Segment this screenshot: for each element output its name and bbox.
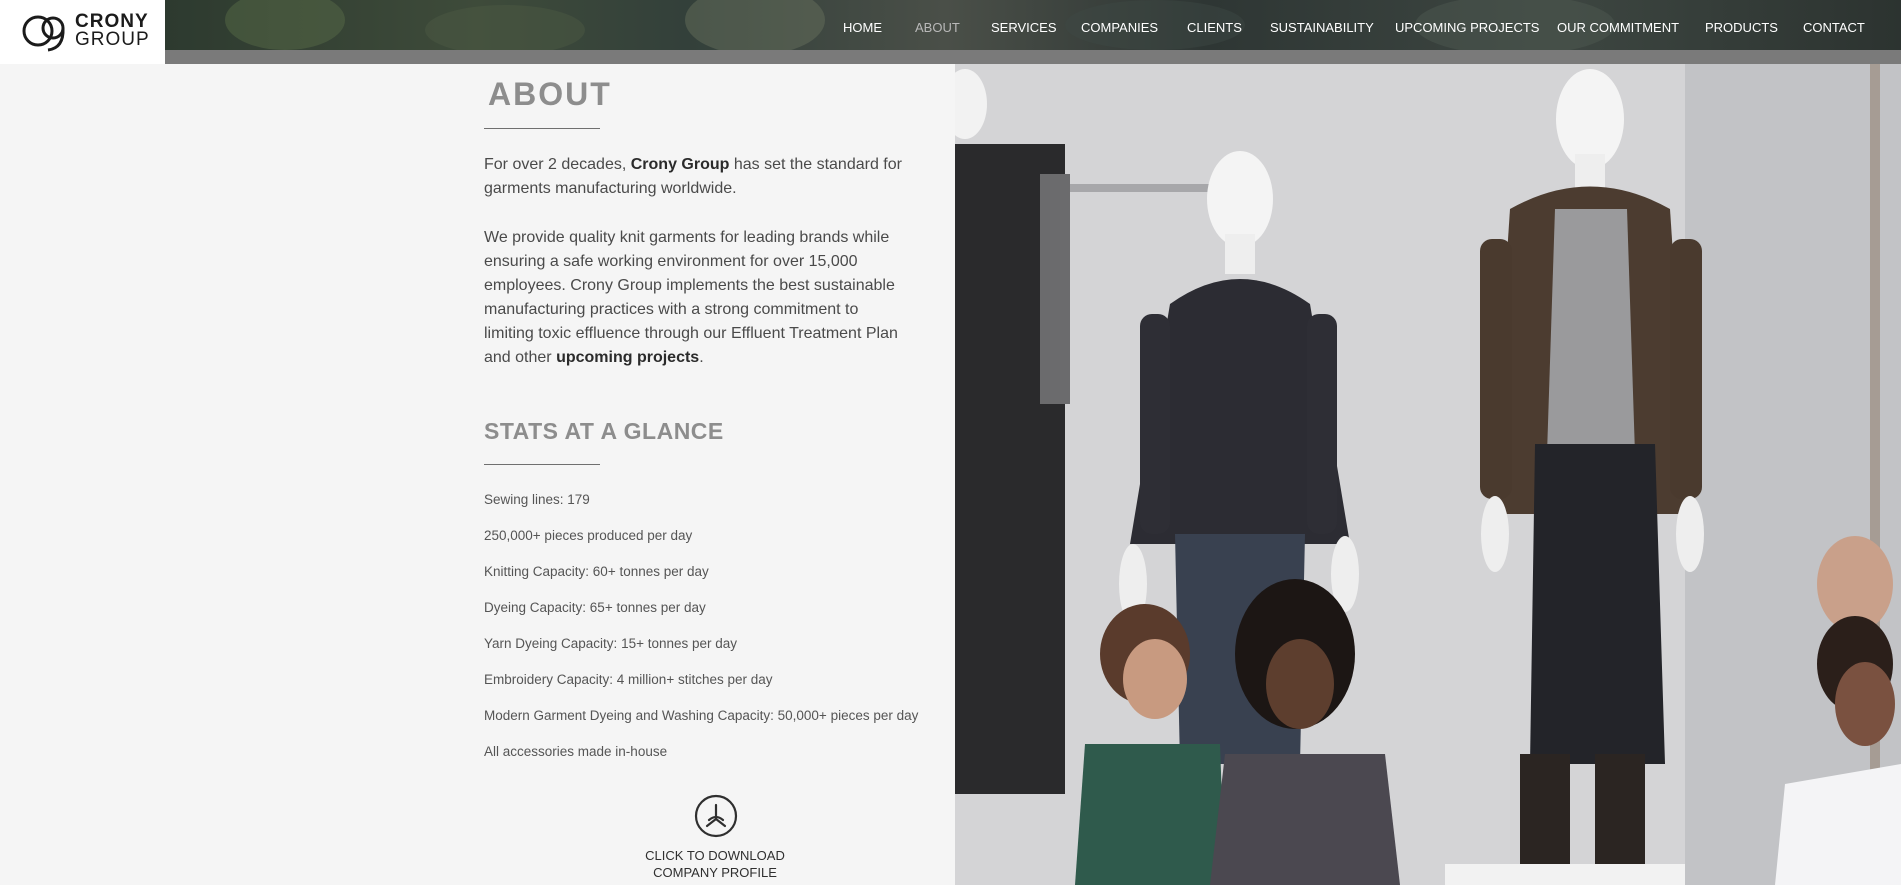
nav-clients[interactable]: CLIENTS [1187, 20, 1242, 35]
stats-heading-underline [484, 464, 600, 465]
nav-upcoming-projects[interactable]: UPCOMING PROJECTS [1395, 20, 1539, 35]
mannequin-scene-illustration [955, 64, 1901, 885]
upcoming-projects-link[interactable]: upcoming projects [556, 349, 699, 366]
stat-item: 250,000+ pieces produced per day [484, 528, 693, 543]
about-heading-underline [484, 128, 600, 129]
about-body: We provide quality knit garments for lea… [484, 229, 898, 366]
about-heading: ABOUT [488, 76, 612, 112]
pdf-download-icon[interactable] [694, 794, 738, 838]
download-profile-link[interactable]: CLICK TO DOWNLOAD COMPANY PROFILE [615, 847, 815, 881]
nav-home[interactable]: HOME [843, 20, 882, 35]
nav-contact[interactable]: CONTACT [1803, 20, 1865, 35]
brand-name: Crony Group [630, 156, 730, 173]
stat-item: Yarn Dyeing Capacity: 15+ tonnes per day [484, 636, 738, 651]
nav-companies[interactable]: COMPANIES [1081, 20, 1158, 35]
stat-item: Dyeing Capacity: 65+ tonnes per day [484, 600, 706, 615]
nav-about[interactable]: ABOUT [915, 20, 960, 35]
stat-item: All accessories made in-house [484, 744, 668, 759]
main-navigation: HOME ABOUT SERVICES COMPANIES CLIENTS SU… [0, 20, 1901, 40]
stats-heading: STATS AT A GLANCE [484, 418, 724, 444]
stat-item: Modern Garment Dyeing and Washing Capaci… [484, 708, 919, 723]
nav-sustainability[interactable]: SUSTAINABILITY [1270, 20, 1374, 35]
stat-item: Knitting Capacity: 60+ tonnes per day [484, 564, 709, 579]
header-divider-band [165, 50, 1901, 64]
nav-products[interactable]: PRODUCTS [1705, 20, 1778, 35]
stat-item: Embroidery Capacity: 4 million+ stitches… [484, 672, 773, 687]
about-intro: For over 2 decades, Crony Group has set … [484, 156, 902, 197]
nav-our-commitment[interactable]: OUR COMMITMENT [1557, 20, 1679, 35]
stat-item: Sewing lines: 179 [484, 492, 590, 507]
hero-image [955, 64, 1901, 885]
nav-services[interactable]: SERVICES [991, 20, 1057, 35]
